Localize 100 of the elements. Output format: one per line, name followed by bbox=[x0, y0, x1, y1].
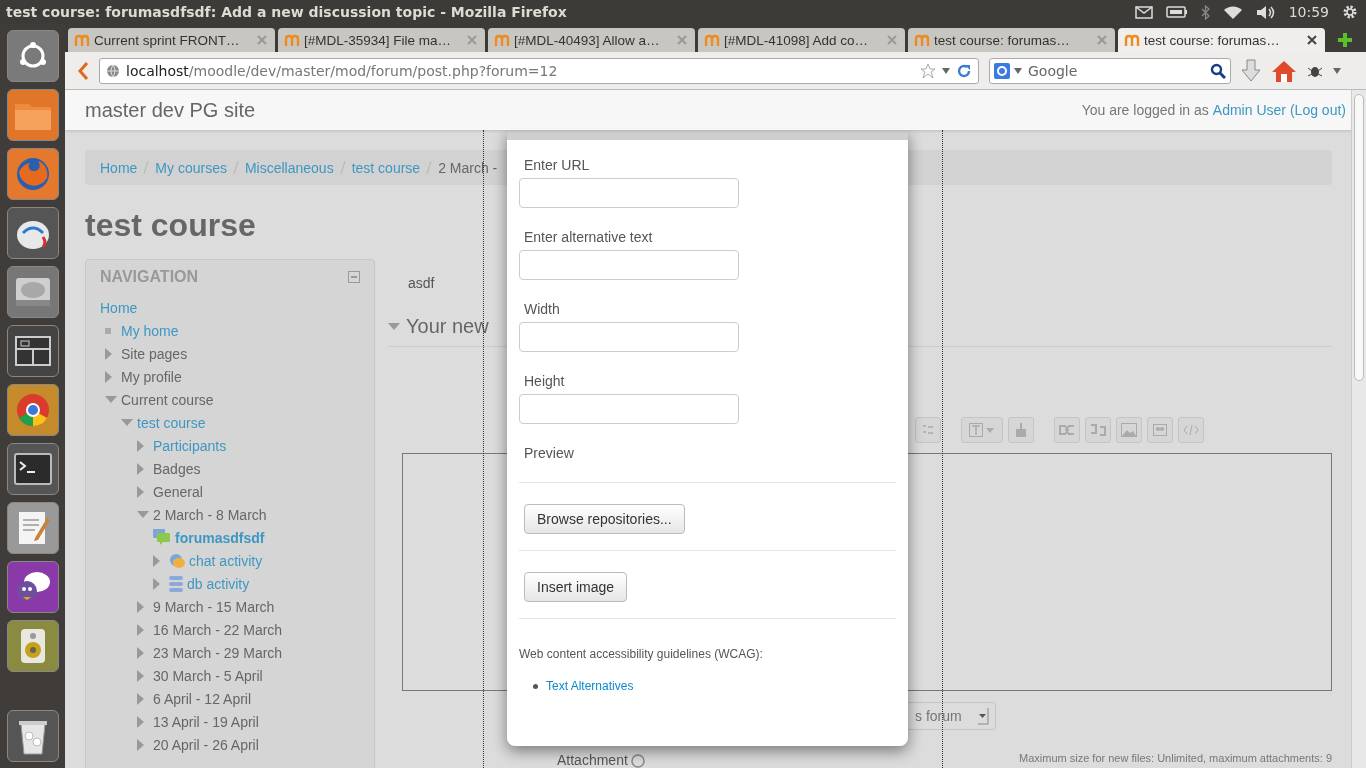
expanded-icon[interactable] bbox=[121, 419, 133, 426]
browser-tab[interactable]: [#MDL-41098] Add co… bbox=[698, 28, 905, 52]
nav-item[interactable]: My profile bbox=[121, 368, 182, 385]
wcag-link[interactable]: Text Alternatives bbox=[546, 679, 634, 693]
nav-item[interactable]: Badges bbox=[153, 460, 201, 477]
nav-item[interactable]: General bbox=[153, 483, 203, 500]
editor-icon[interactable] bbox=[6, 502, 59, 554]
nav-link[interactable]: My home bbox=[121, 322, 179, 339]
expanded-icon[interactable] bbox=[137, 511, 149, 518]
clock[interactable]: 10:59 bbox=[1288, 4, 1329, 20]
nav-link[interactable]: test course bbox=[137, 414, 206, 431]
collapsed-icon[interactable] bbox=[137, 439, 144, 452]
back-icon[interactable] bbox=[77, 60, 89, 81]
workspace-icon[interactable] bbox=[6, 325, 59, 377]
nav-link[interactable]: forumasdfsdf bbox=[175, 529, 265, 546]
breadcrumb-link[interactable]: My courses bbox=[155, 159, 227, 176]
volume-icon[interactable] bbox=[1255, 4, 1276, 20]
nav-link[interactable]: db activity bbox=[187, 575, 250, 592]
home-icon[interactable] bbox=[1271, 58, 1297, 83]
nav-item[interactable]: 2 March - 8 March bbox=[153, 506, 267, 523]
search-engine-icon[interactable] bbox=[994, 62, 1010, 79]
collapsed-icon[interactable] bbox=[137, 600, 144, 613]
trash-icon[interactable] bbox=[6, 710, 59, 762]
gear-icon[interactable] bbox=[1342, 4, 1358, 20]
collapsed-icon[interactable] bbox=[137, 692, 144, 705]
bluetooth-icon[interactable] bbox=[1200, 4, 1210, 20]
battery-icon[interactable] bbox=[1165, 6, 1188, 18]
address-field[interactable]: localhost/moodle/dev/master/mod/forum/post.php?forum=12 bbox=[99, 57, 979, 84]
user-link[interactable]: Admin User bbox=[1212, 102, 1286, 118]
collapsed-icon[interactable] bbox=[137, 623, 144, 636]
scrollbar[interactable] bbox=[1351, 90, 1366, 768]
expanded-icon[interactable] bbox=[388, 323, 400, 330]
collapsed-icon[interactable] bbox=[105, 347, 112, 360]
nav-item[interactable]: 23 March - 29 March bbox=[153, 644, 283, 661]
browser-tab[interactable]: test course: forumas… bbox=[908, 28, 1115, 52]
browser-tab[interactable]: [#MDL-40493] Allow a… bbox=[488, 28, 695, 52]
menu-icon[interactable] bbox=[1333, 67, 1341, 74]
collapsed-icon[interactable] bbox=[137, 462, 144, 475]
nav-link[interactable]: Home bbox=[100, 299, 138, 316]
collapsed-icon[interactable] bbox=[137, 646, 144, 659]
nav-item[interactable]: 6 April - 12 April bbox=[153, 690, 252, 707]
browser-tab[interactable]: Current sprint FRONT… bbox=[68, 28, 275, 52]
breadcrumb-link[interactable]: Home bbox=[100, 159, 138, 176]
mail-icon[interactable] bbox=[1134, 5, 1153, 19]
input-field[interactable] bbox=[519, 250, 739, 280]
nav-item[interactable]: 20 April - 26 April bbox=[153, 736, 259, 753]
collapsed-icon[interactable] bbox=[137, 715, 144, 728]
nav-item[interactable]: Current course bbox=[121, 391, 214, 408]
nav-item[interactable]: 16 March - 22 March bbox=[153, 621, 283, 638]
unlink-icon[interactable] bbox=[1085, 417, 1111, 443]
input-field[interactable] bbox=[519, 322, 739, 352]
expanded-icon[interactable] bbox=[105, 396, 117, 403]
nav-item[interactable]: 13 April - 19 April bbox=[153, 713, 259, 730]
search-icon[interactable] bbox=[1210, 62, 1226, 79]
collapsed-icon[interactable] bbox=[105, 370, 112, 383]
collapsed-icon[interactable] bbox=[153, 577, 160, 590]
nav-item[interactable]: 9 March - 15 March bbox=[153, 598, 275, 615]
wifi-icon[interactable] bbox=[1222, 4, 1243, 20]
nav-link[interactable]: chat activity bbox=[189, 552, 263, 569]
globe-icon[interactable] bbox=[106, 63, 120, 78]
chat-icon[interactable] bbox=[6, 561, 59, 613]
site-name[interactable]: master dev PG site bbox=[85, 98, 256, 122]
input-field[interactable] bbox=[519, 394, 739, 424]
speaker-icon[interactable] bbox=[6, 620, 59, 672]
breadcrumb-link[interactable]: Miscellaneous bbox=[244, 159, 334, 176]
brush-icon[interactable] bbox=[1008, 417, 1034, 443]
breadcrumb-link[interactable]: test course bbox=[351, 159, 421, 176]
collapsed-icon[interactable] bbox=[137, 738, 144, 751]
html-icon[interactable] bbox=[1178, 417, 1204, 443]
browser-tab[interactable]: [#MDL-35934] File ma… bbox=[278, 28, 485, 52]
collapsed-icon[interactable] bbox=[137, 485, 144, 498]
link-icon[interactable] bbox=[1054, 417, 1080, 443]
close-icon[interactable] bbox=[1307, 35, 1317, 45]
search-field[interactable]: Google bbox=[989, 57, 1231, 84]
browser-tab[interactable]: test course: forumas… bbox=[1118, 28, 1325, 52]
download-icon[interactable] bbox=[1241, 58, 1261, 83]
new-tab-icon[interactable] bbox=[1336, 31, 1354, 49]
folder-icon[interactable] bbox=[6, 89, 59, 141]
browse-button[interactable]: Browse repositories... bbox=[524, 504, 685, 534]
image-icon[interactable] bbox=[1116, 417, 1142, 443]
collapsed-icon[interactable] bbox=[153, 554, 160, 567]
style-dropdown[interactable] bbox=[961, 417, 1003, 443]
star-icon[interactable] bbox=[920, 62, 936, 79]
help-icon[interactable] bbox=[630, 754, 645, 768]
input-field[interactable] bbox=[519, 178, 739, 208]
terminal-icon[interactable] bbox=[6, 443, 59, 495]
media-icon[interactable] bbox=[1147, 417, 1173, 443]
breadcrumb-item[interactable]: 2 March - bbox=[438, 159, 498, 176]
collapsed-icon[interactable] bbox=[137, 669, 144, 682]
dropdown-icon[interactable] bbox=[1014, 67, 1022, 74]
list-button[interactable] bbox=[915, 417, 941, 443]
insert-button[interactable]: Insert image bbox=[524, 572, 628, 602]
nav-item[interactable]: 30 March - 5 April bbox=[153, 667, 263, 684]
collapse-icon[interactable] bbox=[348, 271, 360, 283]
nav-item[interactable]: Site pages bbox=[121, 345, 188, 362]
dropdown-icon[interactable] bbox=[942, 67, 950, 74]
drive-icon[interactable] bbox=[6, 266, 59, 318]
nav-link[interactable]: Participants bbox=[153, 437, 227, 454]
reload-icon[interactable] bbox=[956, 62, 972, 79]
logout-link[interactable]: (Log out) bbox=[1289, 102, 1346, 118]
